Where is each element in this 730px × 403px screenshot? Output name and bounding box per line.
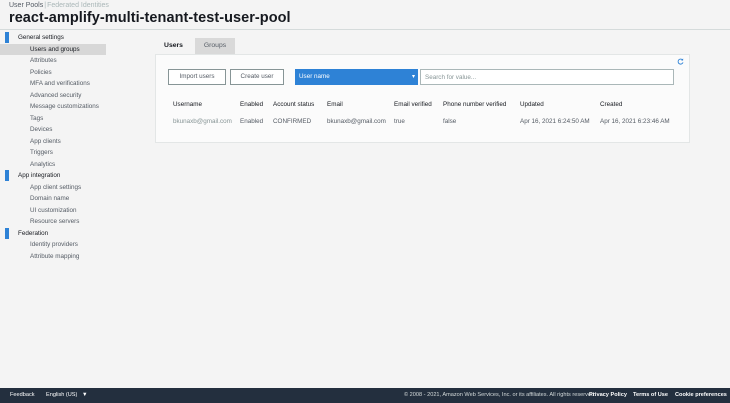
search-input[interactable] bbox=[420, 69, 674, 85]
sidebar-section-general-settings[interactable]: General settings bbox=[0, 32, 110, 44]
sidebar-item-policies[interactable]: Policies bbox=[0, 67, 110, 79]
create-user-button[interactable]: Create user bbox=[230, 69, 284, 85]
sidebar-item-message-customizations[interactable]: Message customizations bbox=[0, 101, 110, 113]
tab-groups[interactable]: Groups bbox=[195, 38, 235, 54]
sidebar-item-attributes[interactable]: Attributes bbox=[0, 55, 110, 67]
copyright-text: © 2008 - 2021, Amazon Web Services, Inc.… bbox=[404, 392, 596, 398]
service-tabs: User Pools|Federated Identities bbox=[9, 2, 109, 9]
federated-identities-link[interactable]: Federated Identities bbox=[47, 2, 109, 9]
filter-selected-value: User name bbox=[299, 73, 330, 80]
sidebar-section-app-integration[interactable]: App integration bbox=[0, 170, 110, 182]
sidebar-item-identity-providers[interactable]: Identity providers bbox=[0, 239, 110, 251]
section-marker bbox=[5, 32, 9, 43]
sidebar-item-app-clients[interactable]: App clients bbox=[0, 136, 110, 148]
filter-attribute-select[interactable]: User name ▾ bbox=[295, 69, 418, 85]
sidebar-item-analytics[interactable]: Analytics bbox=[0, 159, 110, 171]
import-users-button[interactable]: Import users bbox=[168, 69, 226, 85]
cell-updated: Apr 16, 2021 6:24:50 AM bbox=[520, 118, 590, 125]
section-label: General settings bbox=[18, 34, 64, 41]
cell-created: Apr 16, 2021 6:23:46 AM bbox=[600, 118, 670, 125]
feedback-link[interactable]: Feedback bbox=[10, 388, 35, 403]
users-panel bbox=[155, 54, 690, 143]
cell-username-link[interactable]: bkunaxb@gmail.com bbox=[173, 118, 232, 125]
tab-separator: | bbox=[44, 2, 47, 9]
section-label: App integration bbox=[18, 172, 61, 179]
column-header-created[interactable]: Created bbox=[600, 101, 622, 108]
column-header-enabled[interactable]: Enabled bbox=[240, 101, 263, 108]
sidebar: General settings Users and groups Attrib… bbox=[0, 32, 110, 262]
sidebar-item-domain-name[interactable]: Domain name bbox=[0, 193, 110, 205]
page-header: User Pools|Federated Identities react-am… bbox=[0, 0, 730, 30]
cookie-preferences-link[interactable]: Cookie preferences bbox=[675, 388, 727, 403]
section-marker bbox=[5, 170, 9, 181]
caret-down-icon: ▼ bbox=[81, 392, 88, 398]
terms-of-use-link[interactable]: Terms of Use bbox=[633, 388, 668, 403]
page-title: react-amplify-multi-tenant-test-user-poo… bbox=[9, 10, 291, 26]
header-divider bbox=[0, 29, 730, 30]
column-header-email-verified[interactable]: Email verified bbox=[394, 101, 432, 108]
sidebar-item-advanced-security[interactable]: Advanced security bbox=[0, 90, 110, 102]
column-header-username[interactable]: Username bbox=[173, 101, 202, 108]
sidebar-section-federation[interactable]: Federation bbox=[0, 227, 110, 240]
cell-email-verified: true bbox=[394, 118, 405, 125]
refresh-icon[interactable] bbox=[677, 58, 684, 65]
sidebar-item-mfa[interactable]: MFA and verifications bbox=[0, 78, 110, 90]
section-marker bbox=[5, 227, 9, 239]
sidebar-item-users-and-groups[interactable]: Users and groups bbox=[0, 43, 106, 55]
cell-phone-verified: false bbox=[443, 118, 457, 125]
section-label: Federation bbox=[18, 229, 49, 237]
sidebar-item-ui-customization[interactable]: UI customization bbox=[0, 205, 110, 217]
column-header-email[interactable]: Email bbox=[327, 101, 343, 108]
sidebar-item-tags[interactable]: Tags bbox=[0, 113, 110, 125]
column-header-phone-verified[interactable]: Phone number verified bbox=[443, 101, 506, 108]
language-label: English (US) bbox=[46, 392, 78, 398]
tab-users[interactable]: Users bbox=[155, 38, 192, 54]
chevron-down-icon: ▾ bbox=[411, 74, 415, 80]
user-pools-link[interactable]: User Pools bbox=[9, 2, 43, 9]
language-selector[interactable]: English (US) ▼ bbox=[46, 388, 88, 403]
sidebar-item-app-client-settings[interactable]: App client settings bbox=[0, 182, 110, 194]
column-header-account-status[interactable]: Account status bbox=[273, 101, 314, 108]
page-footer: Feedback English (US) ▼ © 2008 - 2021, A… bbox=[0, 388, 730, 403]
cell-account-status: CONFIRMED bbox=[273, 118, 312, 125]
sidebar-item-devices[interactable]: Devices bbox=[0, 124, 110, 136]
privacy-policy-link[interactable]: Privacy Policy bbox=[589, 388, 627, 403]
cell-email: bkunaxb@gmail.com bbox=[327, 118, 386, 125]
sidebar-item-triggers[interactable]: Triggers bbox=[0, 147, 110, 159]
sidebar-item-attribute-mapping[interactable]: Attribute mapping bbox=[0, 251, 110, 263]
sidebar-item-resource-servers[interactable]: Resource servers bbox=[0, 216, 110, 228]
column-header-updated[interactable]: Updated bbox=[520, 101, 544, 108]
cell-enabled: Enabled bbox=[240, 118, 264, 125]
